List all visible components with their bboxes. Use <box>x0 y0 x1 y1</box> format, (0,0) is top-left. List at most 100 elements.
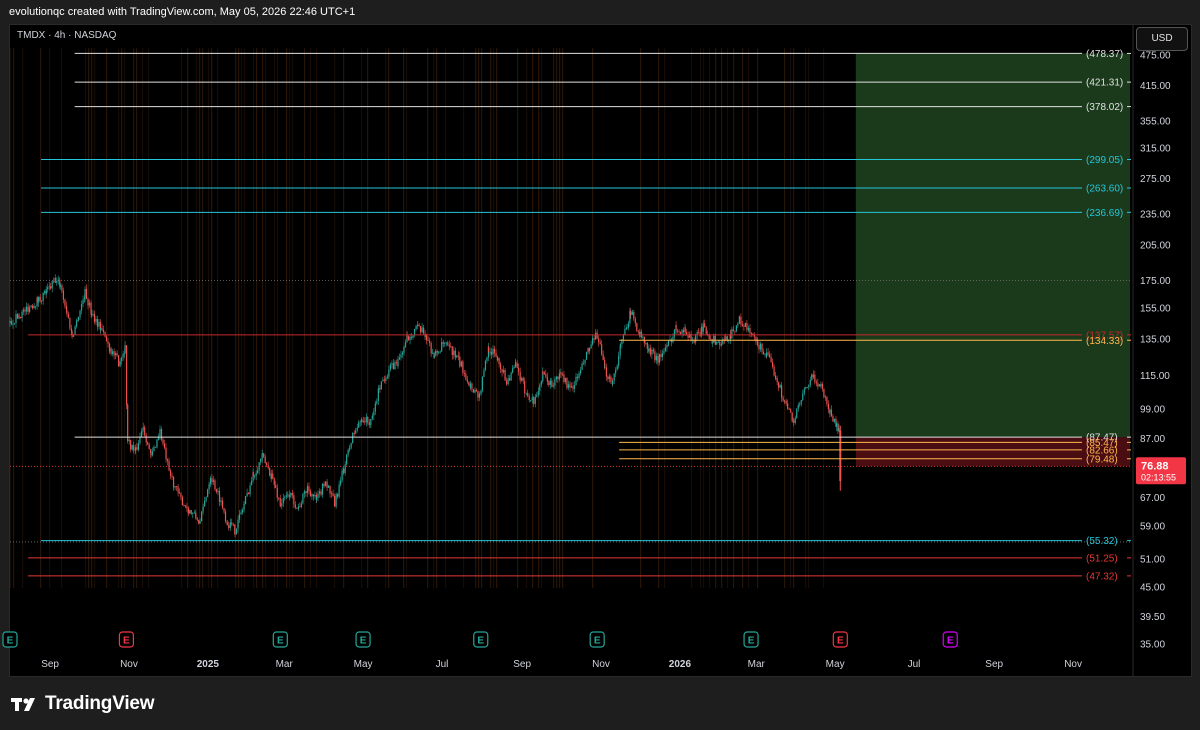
session-band <box>481 48 483 588</box>
candle-body <box>174 486 176 488</box>
candle-body <box>573 385 576 389</box>
candle-body <box>512 368 514 373</box>
candle-body <box>228 525 230 529</box>
candle-body <box>269 467 271 476</box>
candle-body <box>764 354 766 355</box>
candle-body <box>790 409 792 413</box>
earnings-layer: EEEEEEEEE <box>2 631 958 648</box>
session-band <box>559 48 561 588</box>
candle-body <box>224 511 227 522</box>
candle-body <box>569 385 571 388</box>
earnings-marker[interactable]: E <box>589 631 605 648</box>
candle-body <box>300 503 303 507</box>
candle-body <box>471 383 473 390</box>
candle-body <box>837 423 839 432</box>
candle-body <box>235 528 238 535</box>
candle-body <box>61 285 63 291</box>
session-band <box>517 48 519 588</box>
candle-body <box>406 335 408 337</box>
earnings-marker-label: E <box>477 636 484 647</box>
earnings-marker[interactable]: E <box>743 631 759 648</box>
earnings-marker[interactable]: E <box>473 631 489 648</box>
session-band <box>286 48 288 588</box>
price-chart[interactable]: (478.37) (421.31) (378.02) (299.05) (263.60)… <box>0 0 1200 680</box>
session-band <box>40 48 42 588</box>
tradingview-logo[interactable]: TradingView <box>11 693 155 715</box>
candle-body <box>661 353 664 358</box>
currency-button[interactable]: USD <box>1136 27 1188 51</box>
candle-body <box>79 310 81 318</box>
price-axis-layer: 475.00 415.00 355.00 315.00 275.00 235.00 205.… <box>1132 24 1186 677</box>
symbol-label[interactable]: TMDX · 4h · NASDAQ <box>17 30 116 41</box>
candle-body <box>833 418 836 422</box>
session-band <box>532 48 534 588</box>
earnings-marker[interactable]: E <box>118 631 134 648</box>
candle-body <box>518 367 520 372</box>
tradingview-logo-icon <box>11 698 35 711</box>
candle-body <box>608 376 611 380</box>
candle-body <box>762 351 765 355</box>
candle-body <box>395 361 398 363</box>
session-band <box>256 48 258 588</box>
session-band <box>217 48 219 588</box>
candle-body <box>704 323 706 328</box>
candle-body <box>323 483 325 487</box>
session-band <box>241 48 243 588</box>
candle-body <box>589 348 591 352</box>
candle-body <box>186 506 188 509</box>
candle-body <box>705 327 707 335</box>
candle-body <box>111 351 114 354</box>
candle-body <box>679 332 682 334</box>
candle-body <box>744 322 747 327</box>
candle-body <box>462 361 464 373</box>
candle-body <box>407 336 410 341</box>
candle-body <box>75 320 78 327</box>
candle-body <box>439 351 441 353</box>
price-tick-label: 235.00 <box>1140 209 1171 220</box>
candle-body <box>201 511 203 522</box>
session-band <box>208 48 210 588</box>
candle-body <box>401 352 404 355</box>
candle-body <box>350 443 352 448</box>
candle-body <box>486 357 488 361</box>
candle-body <box>9 320 11 323</box>
candle-body <box>791 412 793 422</box>
last-candle-body <box>839 430 842 482</box>
earnings-marker[interactable]: E <box>832 631 848 648</box>
candle-body <box>327 485 330 488</box>
candle-body <box>484 360 487 371</box>
candle-body <box>131 444 133 450</box>
candle-body <box>370 419 372 425</box>
candle-body <box>483 370 485 377</box>
candle-body <box>575 376 577 386</box>
candle-body <box>531 397 533 401</box>
session-band <box>790 48 792 588</box>
earnings-marker[interactable]: E <box>272 631 288 648</box>
session-band <box>691 48 693 588</box>
session-band <box>199 48 201 588</box>
candle-body <box>134 447 137 451</box>
session-band <box>541 48 543 588</box>
candle-body <box>250 480 253 486</box>
candle-body <box>347 449 349 455</box>
candle-body <box>288 496 290 498</box>
candle-body <box>13 323 16 325</box>
earnings-marker[interactable]: E <box>942 631 958 648</box>
session-band <box>463 48 465 588</box>
candle-body <box>590 344 592 349</box>
candle-body <box>817 383 819 387</box>
candle-body <box>107 341 109 344</box>
candle-body <box>809 379 811 386</box>
earnings-marker[interactable]: E <box>2 631 18 648</box>
candle-body <box>211 478 213 483</box>
candle-body <box>732 329 734 332</box>
candle-body <box>264 456 266 464</box>
earnings-marker[interactable]: E <box>355 631 371 648</box>
candle-body <box>321 483 324 495</box>
session-band <box>133 48 135 588</box>
candle-body <box>362 421 364 423</box>
candle-body <box>154 446 157 448</box>
time-tick-label: Mar <box>276 659 294 670</box>
session-band <box>253 48 255 588</box>
candle-body <box>530 400 532 401</box>
